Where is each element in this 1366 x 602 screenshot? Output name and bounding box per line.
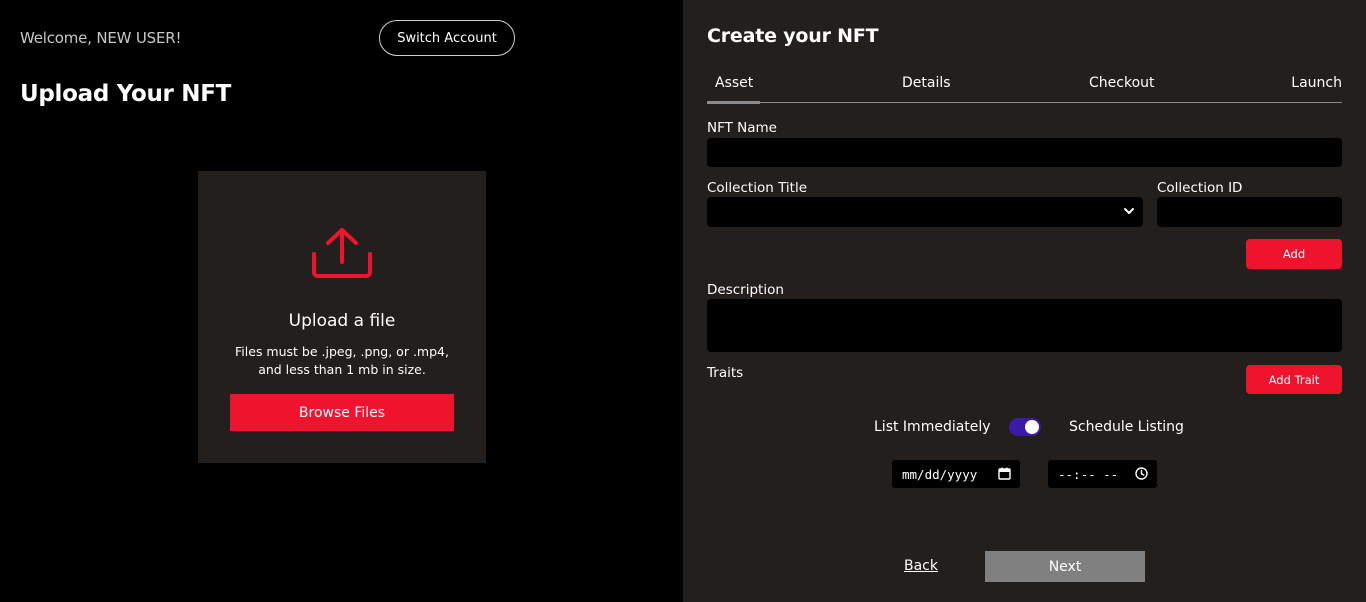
chevron-down-icon <box>1124 208 1134 214</box>
upload-panel: Welcome, NEW USER! Switch Account Upload… <box>0 0 683 602</box>
collection-id-label: Collection ID <box>1157 180 1243 196</box>
tab-checkout[interactable]: Checkout <box>1089 75 1155 91</box>
add-collection-button[interactable]: Add <box>1246 239 1342 269</box>
next-button[interactable]: Next <box>985 551 1145 582</box>
clock-icon[interactable] <box>1135 467 1148 480</box>
upload-heading: Upload a file <box>288 311 396 331</box>
listing-toggle[interactable] <box>1009 418 1041 436</box>
upload-title: Upload Your NFT <box>20 81 232 107</box>
active-tab-indicator <box>707 101 760 104</box>
upload-icon <box>312 228 372 278</box>
upload-dropzone[interactable]: Upload a file Files must be .jpeg, .png,… <box>198 171 486 463</box>
create-nft-title: Create your NFT <box>707 25 879 47</box>
back-link[interactable]: Back <box>904 558 938 574</box>
add-trait-button[interactable]: Add Trait <box>1246 365 1342 394</box>
nft-name-label: NFT Name <box>707 120 777 136</box>
upload-hint-line2: and less than 1 mb in size. <box>258 362 426 377</box>
nft-name-input[interactable] <box>707 138 1342 167</box>
tab-launch[interactable]: Launch <box>1291 75 1342 91</box>
upload-hint-line1: Files must be .jpeg, .png, or .mp4, <box>235 344 449 359</box>
description-label: Description <box>707 282 784 298</box>
tab-details[interactable]: Details <box>902 75 951 91</box>
description-textarea[interactable] <box>707 299 1342 352</box>
toggle-knob <box>1025 420 1039 434</box>
tab-asset[interactable]: Asset <box>715 75 753 91</box>
collection-id-input[interactable] <box>1157 197 1342 227</box>
step-tabs: Asset Details Checkout Launch <box>707 74 1342 104</box>
collection-title-label: Collection Title <box>707 180 807 196</box>
date-picker[interactable]: mm/dd/yyyy <box>892 460 1020 488</box>
create-nft-panel: Create your NFT Asset Details Checkout L… <box>683 0 1366 602</box>
schedule-listing-label: Schedule Listing <box>1069 419 1184 435</box>
time-placeholder: --:-- -- <box>1058 466 1119 482</box>
upload-hint: Files must be .jpeg, .png, or .mp4, and … <box>222 343 462 379</box>
calendar-icon[interactable] <box>998 467 1011 480</box>
date-placeholder: mm/dd/yyyy <box>902 466 978 482</box>
switch-account-button[interactable]: Switch Account <box>379 20 515 56</box>
traits-label: Traits <box>707 365 744 381</box>
collection-title-select[interactable] <box>707 197 1143 227</box>
welcome-text: Welcome, NEW USER! <box>20 29 182 47</box>
time-picker[interactable]: --:-- -- <box>1048 460 1157 488</box>
browse-files-button[interactable]: Browse Files <box>230 394 454 431</box>
list-immediately-label: List Immediately <box>874 419 991 435</box>
